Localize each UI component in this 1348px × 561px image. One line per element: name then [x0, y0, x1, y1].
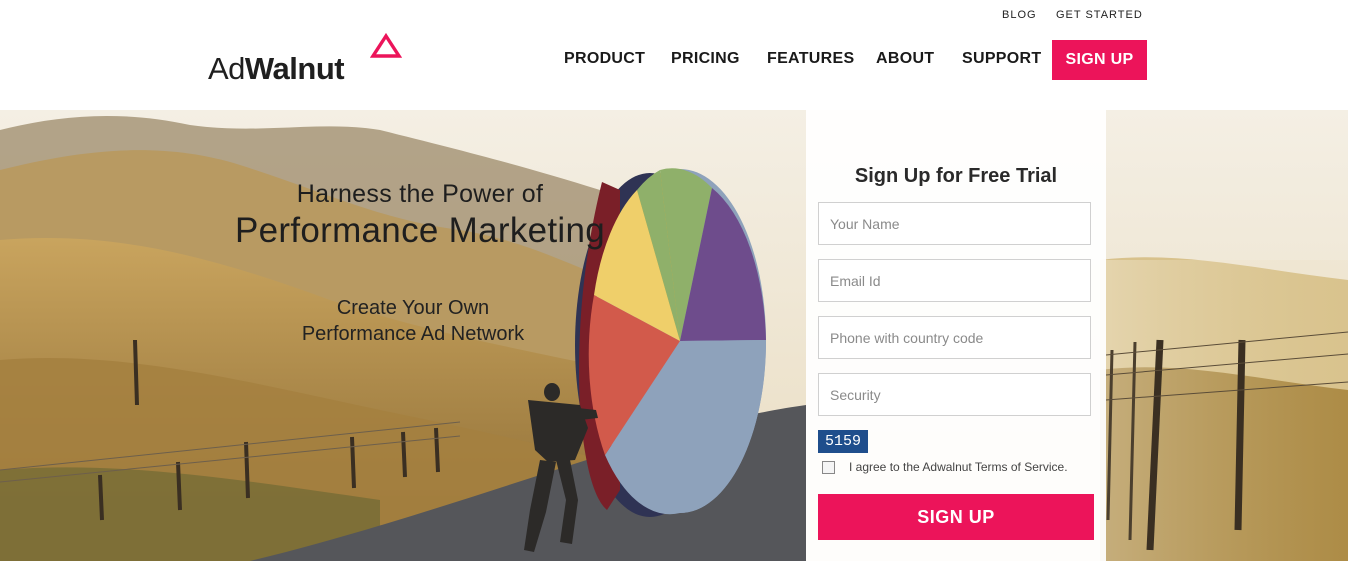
nav-pricing[interactable]: PRICING — [671, 50, 740, 68]
triangle-logo-icon — [370, 33, 402, 58]
nav-about[interactable]: ABOUT — [876, 50, 934, 68]
nav-product[interactable]: PRODUCT — [564, 50, 645, 68]
nav-features[interactable]: FEATURES — [767, 50, 854, 68]
blog-link[interactable]: BLOG — [1002, 9, 1037, 21]
form-signup-button[interactable]: SIGN UP — [818, 494, 1094, 540]
headline-line-1: Harness the Power of — [296, 180, 544, 208]
logo-wordmark: AdWalnut — [208, 51, 345, 87]
terms-checkbox[interactable] — [822, 460, 835, 474]
headline-line-2: Performance Marketing — [234, 211, 606, 250]
terms-agree-row: I agree to the Adwalnut Terms of Service… — [822, 460, 1068, 474]
form-title: Sign Up for Free Trial — [854, 165, 1058, 187]
nav-support[interactable]: SUPPORT — [962, 50, 1041, 68]
security-input[interactable] — [818, 373, 1091, 416]
landscape-background-image — [0, 110, 1348, 561]
site-header: BLOG GET STARTED AdWalnut PRODUCT PRICIN… — [0, 0, 1348, 110]
logo-text-bold: Walnut — [244, 51, 345, 86]
name-input[interactable] — [818, 202, 1091, 245]
header-signup-button[interactable]: SIGN UP — [1052, 40, 1147, 80]
subheadline-line-2: Performance Ad Network — [301, 323, 525, 345]
hero-banner: Harness the Power of Performance Marketi… — [0, 110, 1348, 561]
terms-label: I agree to the Adwalnut Terms of Service… — [849, 460, 1068, 474]
logo-text-regular: Ad — [208, 51, 245, 86]
phone-input[interactable] — [818, 316, 1091, 359]
hero-subheadline: Create Your Own Performance Ad Network — [268, 295, 558, 347]
get-started-link[interactable]: GET STARTED — [1056, 9, 1143, 21]
captcha-image: 5159 — [818, 430, 868, 453]
email-input[interactable] — [818, 259, 1091, 302]
signup-form-panel: Sign Up for Free Trial 5159 I agree to t… — [806, 110, 1106, 561]
subheadline-line-1: Create Your Own — [336, 297, 490, 319]
hero-headline: Harness the Power of Performance Marketi… — [195, 180, 645, 251]
